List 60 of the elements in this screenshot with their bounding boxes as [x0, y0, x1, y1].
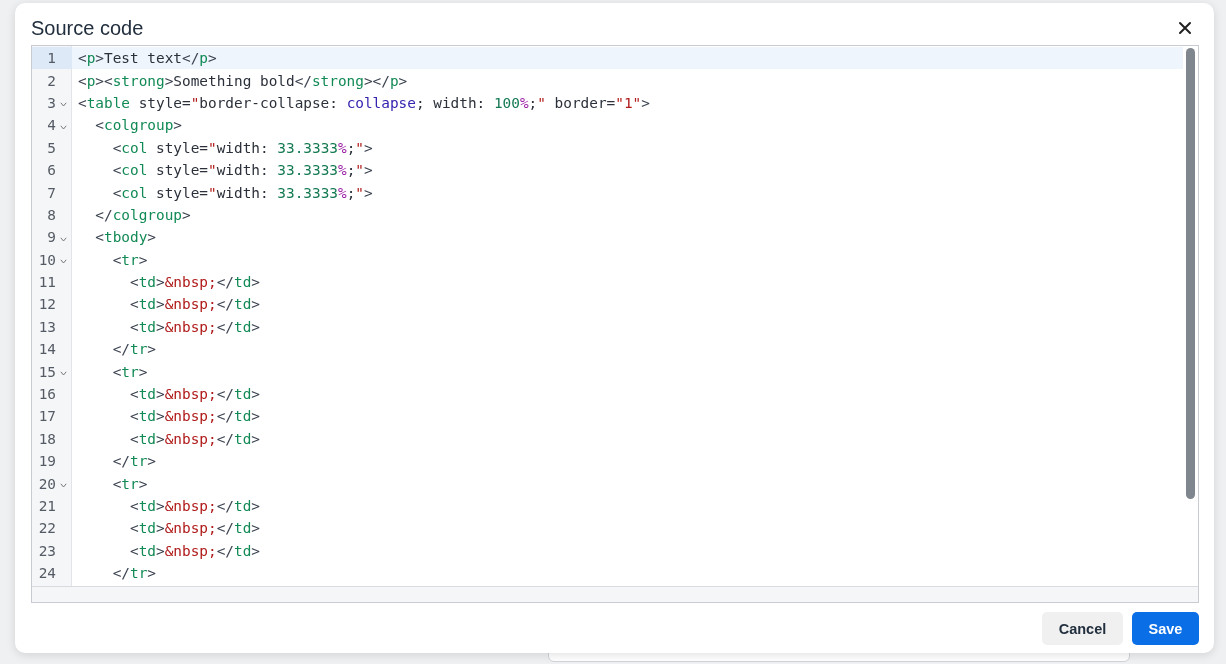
code-line: </tr>: [111, 565, 156, 582]
code-line: <td>&nbsp;</td>: [128, 274, 260, 291]
line-number: 8: [46, 206, 56, 223]
code-line: <tr>: [111, 475, 148, 492]
line-number: 7: [46, 184, 56, 201]
code-line: <col style="width: 33.3333%;">: [111, 184, 373, 201]
code-line: <td>&nbsp;</td>: [128, 520, 260, 537]
close-icon: [1178, 21, 1192, 35]
fold-chevron-icon[interactable]: [59, 259, 67, 265]
code-line: <td>&nbsp;</td>: [128, 386, 260, 403]
code-line: <td>&nbsp;</td>: [128, 408, 260, 425]
line-number: 4: [46, 117, 56, 134]
code-line: <col style="width: 33.3333%;">: [111, 162, 373, 179]
code-line: <p><strong>Something bold</strong></p>: [77, 72, 408, 89]
save-button[interactable]: Save: [1132, 612, 1199, 645]
fold-chevron-icon[interactable]: [59, 371, 67, 377]
cancel-button[interactable]: Cancel: [1042, 612, 1123, 645]
line-number: 23: [37, 542, 56, 559]
line-number: 16: [37, 386, 56, 403]
line-number: 18: [37, 430, 56, 447]
line-number: 2: [46, 72, 56, 89]
code-line: <td>&nbsp;</td>: [128, 430, 260, 447]
code-line: <td>&nbsp;</td>: [128, 542, 260, 559]
fold-chevron-icon[interactable]: [59, 483, 67, 489]
line-number: 5: [46, 139, 56, 156]
line-number: 11: [37, 274, 56, 291]
line-number: 6: [46, 162, 56, 179]
line-number: 3: [46, 94, 56, 111]
horizontal-scrollbar[interactable]: [32, 586, 1198, 602]
fold-chevron-icon[interactable]: [59, 236, 67, 242]
code-line: <tr>: [111, 251, 148, 268]
code-line: <td>&nbsp;</td>: [128, 318, 260, 335]
line-number: 13: [37, 318, 56, 335]
dialog-title: Source code: [31, 15, 144, 40]
line-number: 10: [37, 251, 56, 268]
line-number: 17: [37, 408, 56, 425]
line-number: 20: [37, 475, 56, 492]
line-number: 21: [37, 498, 56, 514]
code-line: <td>&nbsp;</td>: [128, 498, 260, 514]
code-line: </tr>: [111, 341, 156, 358]
code-line: <table style="border-collapse: collapse; width: 100%;" border="1">: [77, 94, 650, 111]
code-line: </tr>: [111, 453, 156, 470]
fold-chevron-icon[interactable]: [59, 124, 67, 130]
line-number: 22: [37, 520, 56, 537]
line-number: 9: [46, 229, 56, 246]
code-line: <col style="width: 33.3333%;">: [111, 139, 373, 156]
code-line: </colgroup>: [94, 206, 191, 223]
code-line: <tr>: [111, 363, 148, 380]
line-number: 14: [37, 341, 56, 358]
line-number: 12: [37, 296, 56, 313]
code-line: <p>Test text</p>: [77, 50, 217, 67]
line-number: 19: [37, 453, 56, 470]
line-number: 15: [37, 363, 56, 380]
line-number: 24: [37, 565, 56, 582]
code-editor[interactable]: [31, 45, 1199, 603]
code-line: <td>&nbsp;</td>: [128, 296, 260, 313]
code-line: <tbody>: [94, 229, 156, 246]
fold-chevron-icon[interactable]: [59, 102, 67, 108]
line-number: 1: [46, 50, 56, 67]
code-line: <colgroup>: [94, 117, 182, 134]
